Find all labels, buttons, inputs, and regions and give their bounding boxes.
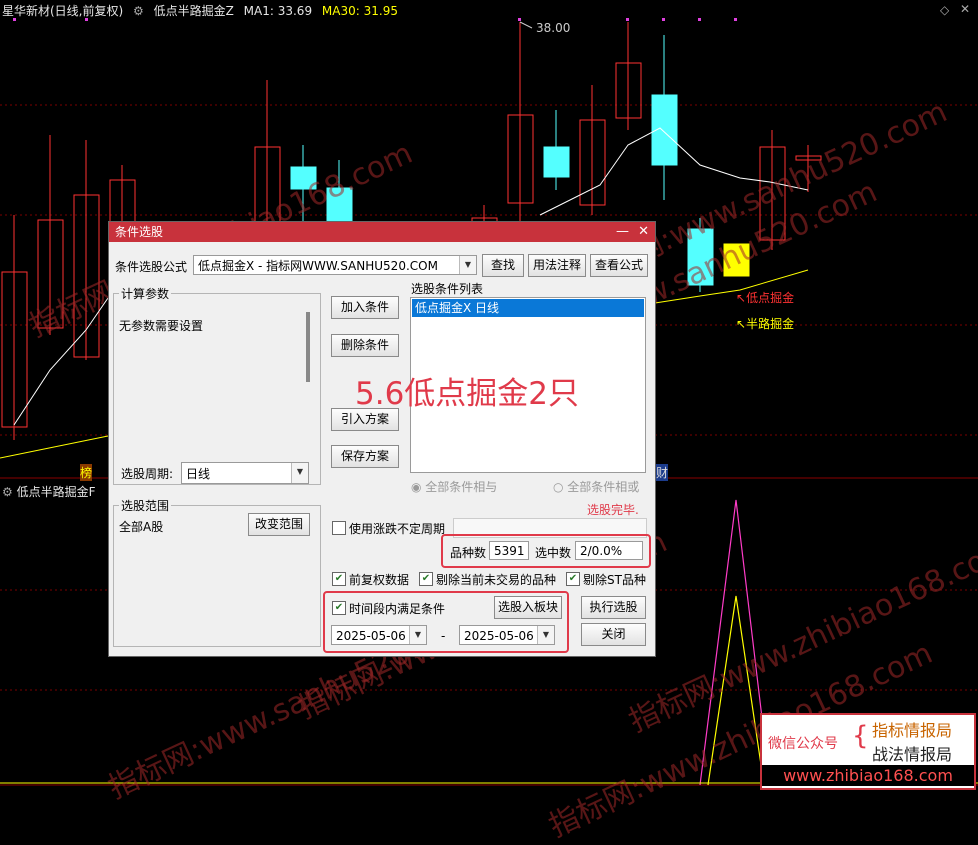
- ma1-label: MA1: 33.69: [243, 4, 313, 18]
- fq-label: 前复权数据: [349, 573, 410, 587]
- period-select[interactable]: 日线 ▼: [181, 462, 309, 484]
- status-text: 选股完毕.: [587, 503, 639, 517]
- high-price-label: 38.00: [536, 21, 571, 35]
- candle: [759, 130, 786, 250]
- ma30-label: MA30: 31.95: [321, 4, 398, 18]
- candle: [73, 140, 100, 360]
- candle: [687, 218, 714, 292]
- delete-condition-button[interactable]: 删除条件: [331, 334, 399, 357]
- radio-or[interactable]: ○ 全部条件相或: [553, 478, 639, 495]
- candle: [795, 145, 822, 192]
- low-point-annotation: ↖低点掘金: [736, 291, 795, 305]
- candle: [37, 135, 64, 335]
- candle: [507, 22, 534, 225]
- highlight-box-counts: [441, 534, 651, 568]
- range-group-label: 选股范围: [119, 497, 172, 514]
- overlay-annotation: 5.6低点掘金2只: [355, 376, 580, 412]
- params-group-label: 计算参数: [119, 285, 172, 302]
- remove-st-label: 剔除ST品种: [583, 573, 646, 587]
- irregular-label: 使用涨跌不定周期: [349, 522, 446, 536]
- close-icon[interactable]: ✕: [960, 2, 970, 16]
- remove-notrade-checkbox[interactable]: ✔: [419, 572, 433, 586]
- candle: [326, 160, 353, 226]
- stock-title[interactable]: 星华新材(日线,前复权): [2, 4, 123, 18]
- condition-list-item[interactable]: 低点掘金X 日线: [412, 299, 644, 317]
- period-value: 日线: [186, 467, 211, 481]
- fq-checkbox[interactable]: ✔: [332, 572, 346, 586]
- settings-icon[interactable]: ⚙: [133, 4, 144, 18]
- diamond-icon[interactable]: ◇: [940, 3, 949, 17]
- close-icon[interactable]: ✕: [638, 222, 649, 242]
- condition-list-label: 选股条件列表: [411, 282, 484, 296]
- dialog-title: 条件选股: [115, 225, 164, 239]
- add-condition-button[interactable]: 加入条件: [331, 296, 399, 319]
- candle: [723, 243, 750, 277]
- promo-line2: 战法情报局: [872, 745, 953, 764]
- candle: [543, 110, 570, 190]
- candle: [651, 35, 678, 200]
- params-scrollbar[interactable]: [306, 312, 310, 382]
- settings-icon[interactable]: ⚙: [2, 485, 13, 499]
- stock-screener-dialog[interactable]: 条件选股 — ✕ 条件选股公式 低点掘金X - 指标网WWW.SANHU520.…: [108, 221, 656, 657]
- candle: [109, 165, 136, 225]
- lower-indicator-name[interactable]: 低点半路掘金F: [17, 485, 96, 499]
- formula-label: 条件选股公式: [115, 260, 188, 274]
- period-label: 选股周期:: [121, 467, 174, 481]
- lower-indicator-header: ⚙ 低点半路掘金F: [2, 483, 96, 500]
- indicator-name[interactable]: 低点半路掘金Z: [154, 4, 234, 18]
- promo-line1: 指标情报局: [872, 721, 953, 740]
- formula-select[interactable]: 低点掘金X - 指标网WWW.SANHU520.COM ▼: [193, 255, 477, 275]
- right-marker: 财: [656, 464, 669, 481]
- remove-notrade-label: 剔除当前未交易的品种: [436, 573, 557, 587]
- view-formula-button[interactable]: 查看公式: [590, 254, 648, 277]
- close-button[interactable]: 关闭: [581, 623, 646, 646]
- chevron-down-icon[interactable]: ▼: [459, 256, 476, 274]
- range-value: 全部A股: [119, 520, 164, 534]
- promo-panel: 微信公众号 { 指标情报局 战法情报局 www.zhibiao168.com: [760, 713, 976, 790]
- high-pointer: [519, 21, 533, 29]
- promo-url[interactable]: www.zhibiao168.com: [762, 765, 974, 786]
- execute-button[interactable]: 执行选股: [581, 596, 646, 619]
- formula-value: 低点掘金X - 指标网WWW.SANHU520.COM: [198, 259, 438, 273]
- usage-button[interactable]: 用法注释: [528, 254, 586, 277]
- brace-icon: {: [852, 721, 869, 751]
- minimize-icon[interactable]: —: [616, 222, 629, 242]
- candle: [1, 215, 28, 440]
- candle: [615, 22, 642, 130]
- candle: [290, 145, 317, 225]
- halfway-annotation: ↖半路掘金: [736, 317, 795, 331]
- remove-st-checkbox[interactable]: ✔: [566, 572, 580, 586]
- candle: [254, 80, 281, 226]
- find-button[interactable]: 查找: [482, 254, 524, 277]
- save-plan-button[interactable]: 保存方案: [331, 445, 399, 468]
- ma30-line: [0, 435, 109, 459]
- highlight-box-timerange: [323, 591, 569, 653]
- left-marker: 榜: [80, 464, 93, 481]
- change-range-button[interactable]: 改变范围: [248, 513, 310, 536]
- dialog-titlebar[interactable]: 条件选股 — ✕: [109, 222, 655, 242]
- irregular-checkbox[interactable]: [332, 521, 346, 535]
- params-text: 无参数需要设置: [119, 319, 204, 333]
- chart-header: 星华新材(日线,前复权) ⚙ 低点半路掘金Z MA1: 33.69 MA30: …: [2, 2, 404, 19]
- radio-and[interactable]: ◉ 全部条件相与: [411, 478, 497, 495]
- promo-wechat: 微信公众号: [768, 736, 838, 752]
- chevron-down-icon[interactable]: ▼: [291, 463, 308, 483]
- ma1-line: [13, 297, 109, 426]
